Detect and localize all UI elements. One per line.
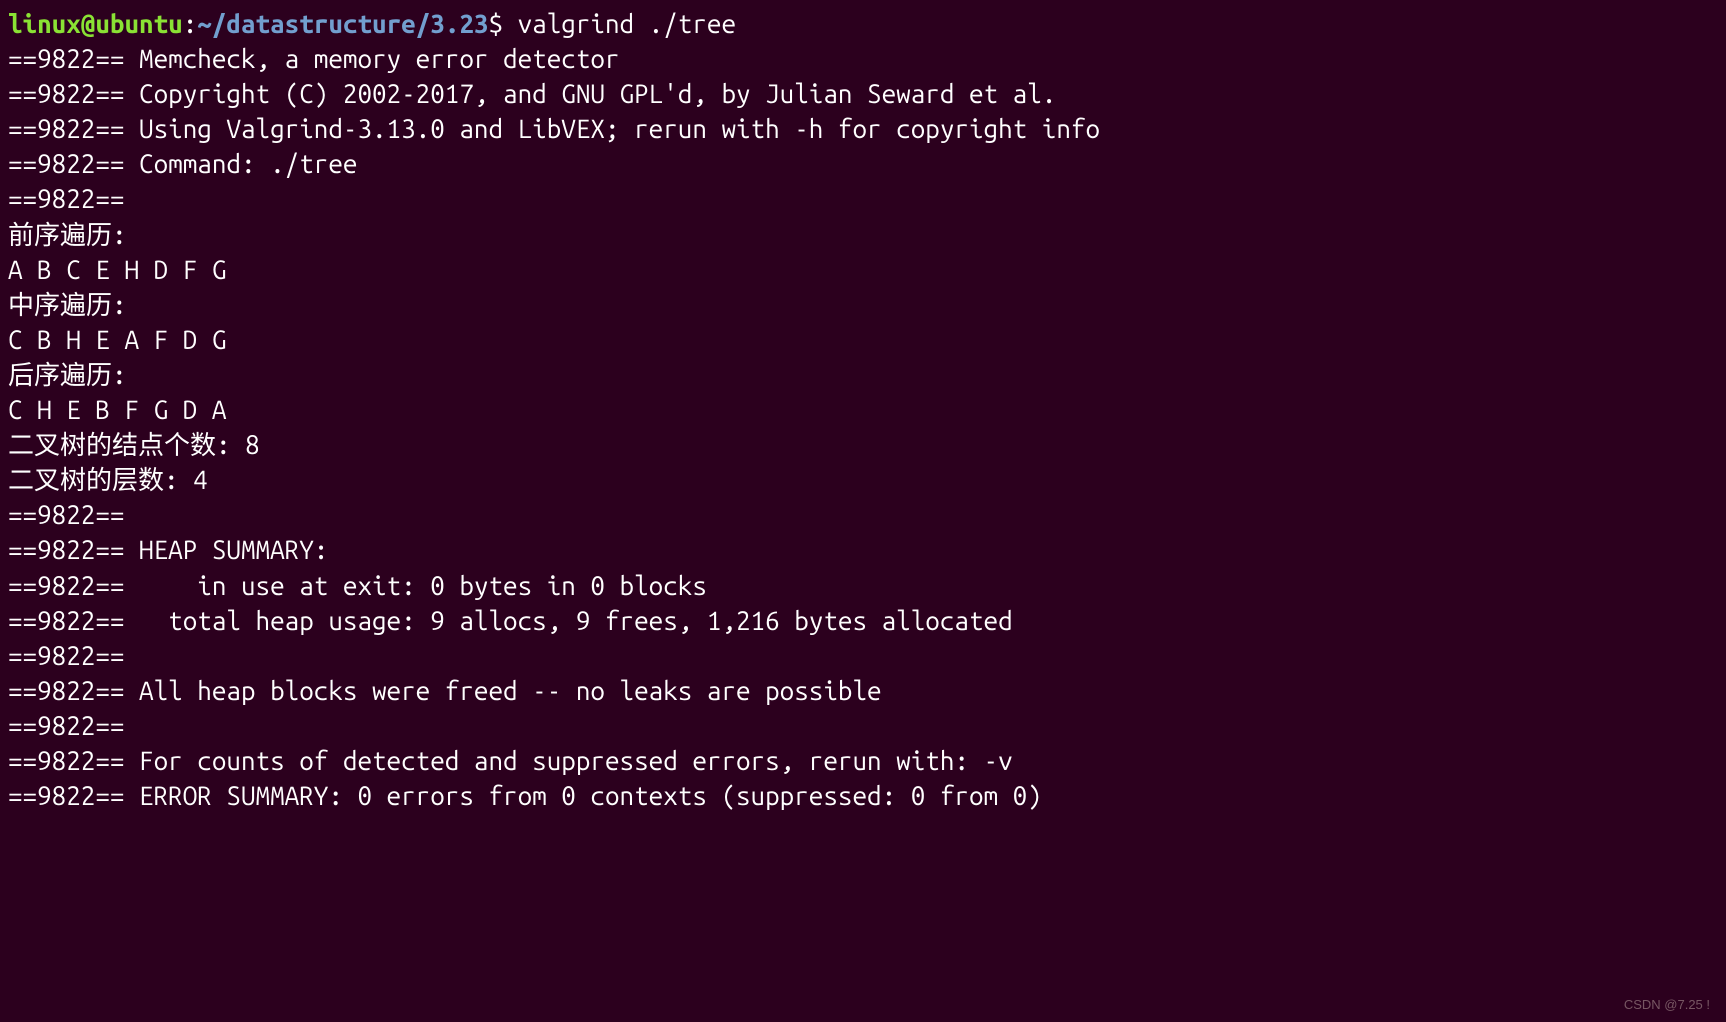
output-line: 二叉树的结点个数: 8 [8, 427, 1718, 462]
output-line: ==9822== [8, 497, 1718, 532]
prompt-dollar: $ [489, 9, 518, 38]
output-line: ==9822== [8, 638, 1718, 673]
output-line: ==9822== ERROR SUMMARY: 0 errors from 0 … [8, 778, 1718, 813]
output-line: A B C E H D F G [8, 252, 1718, 287]
output-line: ==9822== Memcheck, a memory error detect… [8, 41, 1718, 76]
watermark: CSDN @7.25 ! [1624, 996, 1710, 1014]
output-line: 后序遍历: [8, 357, 1718, 392]
output-line: ==9822== in use at exit: 0 bytes in 0 bl… [8, 568, 1718, 603]
terminal-screen[interactable]: linux@ubuntu:~/datastructure/3.23$ valgr… [8, 6, 1718, 813]
output-line: ==9822== Using Valgrind-3.13.0 and LibVE… [8, 111, 1718, 146]
output-line: 前序遍历: [8, 217, 1718, 252]
output-line: ==9822== Copyright (C) 2002-2017, and GN… [8, 76, 1718, 111]
output-line: ==9822== Command: ./tree [8, 146, 1718, 181]
output-line: C B H E A F D G [8, 322, 1718, 357]
prompt-line: linux@ubuntu:~/datastructure/3.23$ valgr… [8, 6, 1718, 41]
output-line: ==9822== All heap blocks were freed -- n… [8, 673, 1718, 708]
command-text: valgrind ./tree [518, 9, 736, 38]
prompt-path: ~/datastructure/3.23 [197, 9, 488, 38]
prompt-user: linux@ubuntu [8, 9, 183, 38]
prompt-colon: : [183, 9, 198, 38]
output-line: ==9822== For counts of detected and supp… [8, 743, 1718, 778]
output-line: ==9822== total heap usage: 9 allocs, 9 f… [8, 603, 1718, 638]
output-line: ==9822== [8, 708, 1718, 743]
output-line: ==9822== [8, 181, 1718, 216]
output-line: 二叉树的层数: 4 [8, 462, 1718, 497]
output-line: ==9822== HEAP SUMMARY: [8, 532, 1718, 567]
output-line: C H E B F G D A [8, 392, 1718, 427]
output-line: 中序遍历: [8, 287, 1718, 322]
